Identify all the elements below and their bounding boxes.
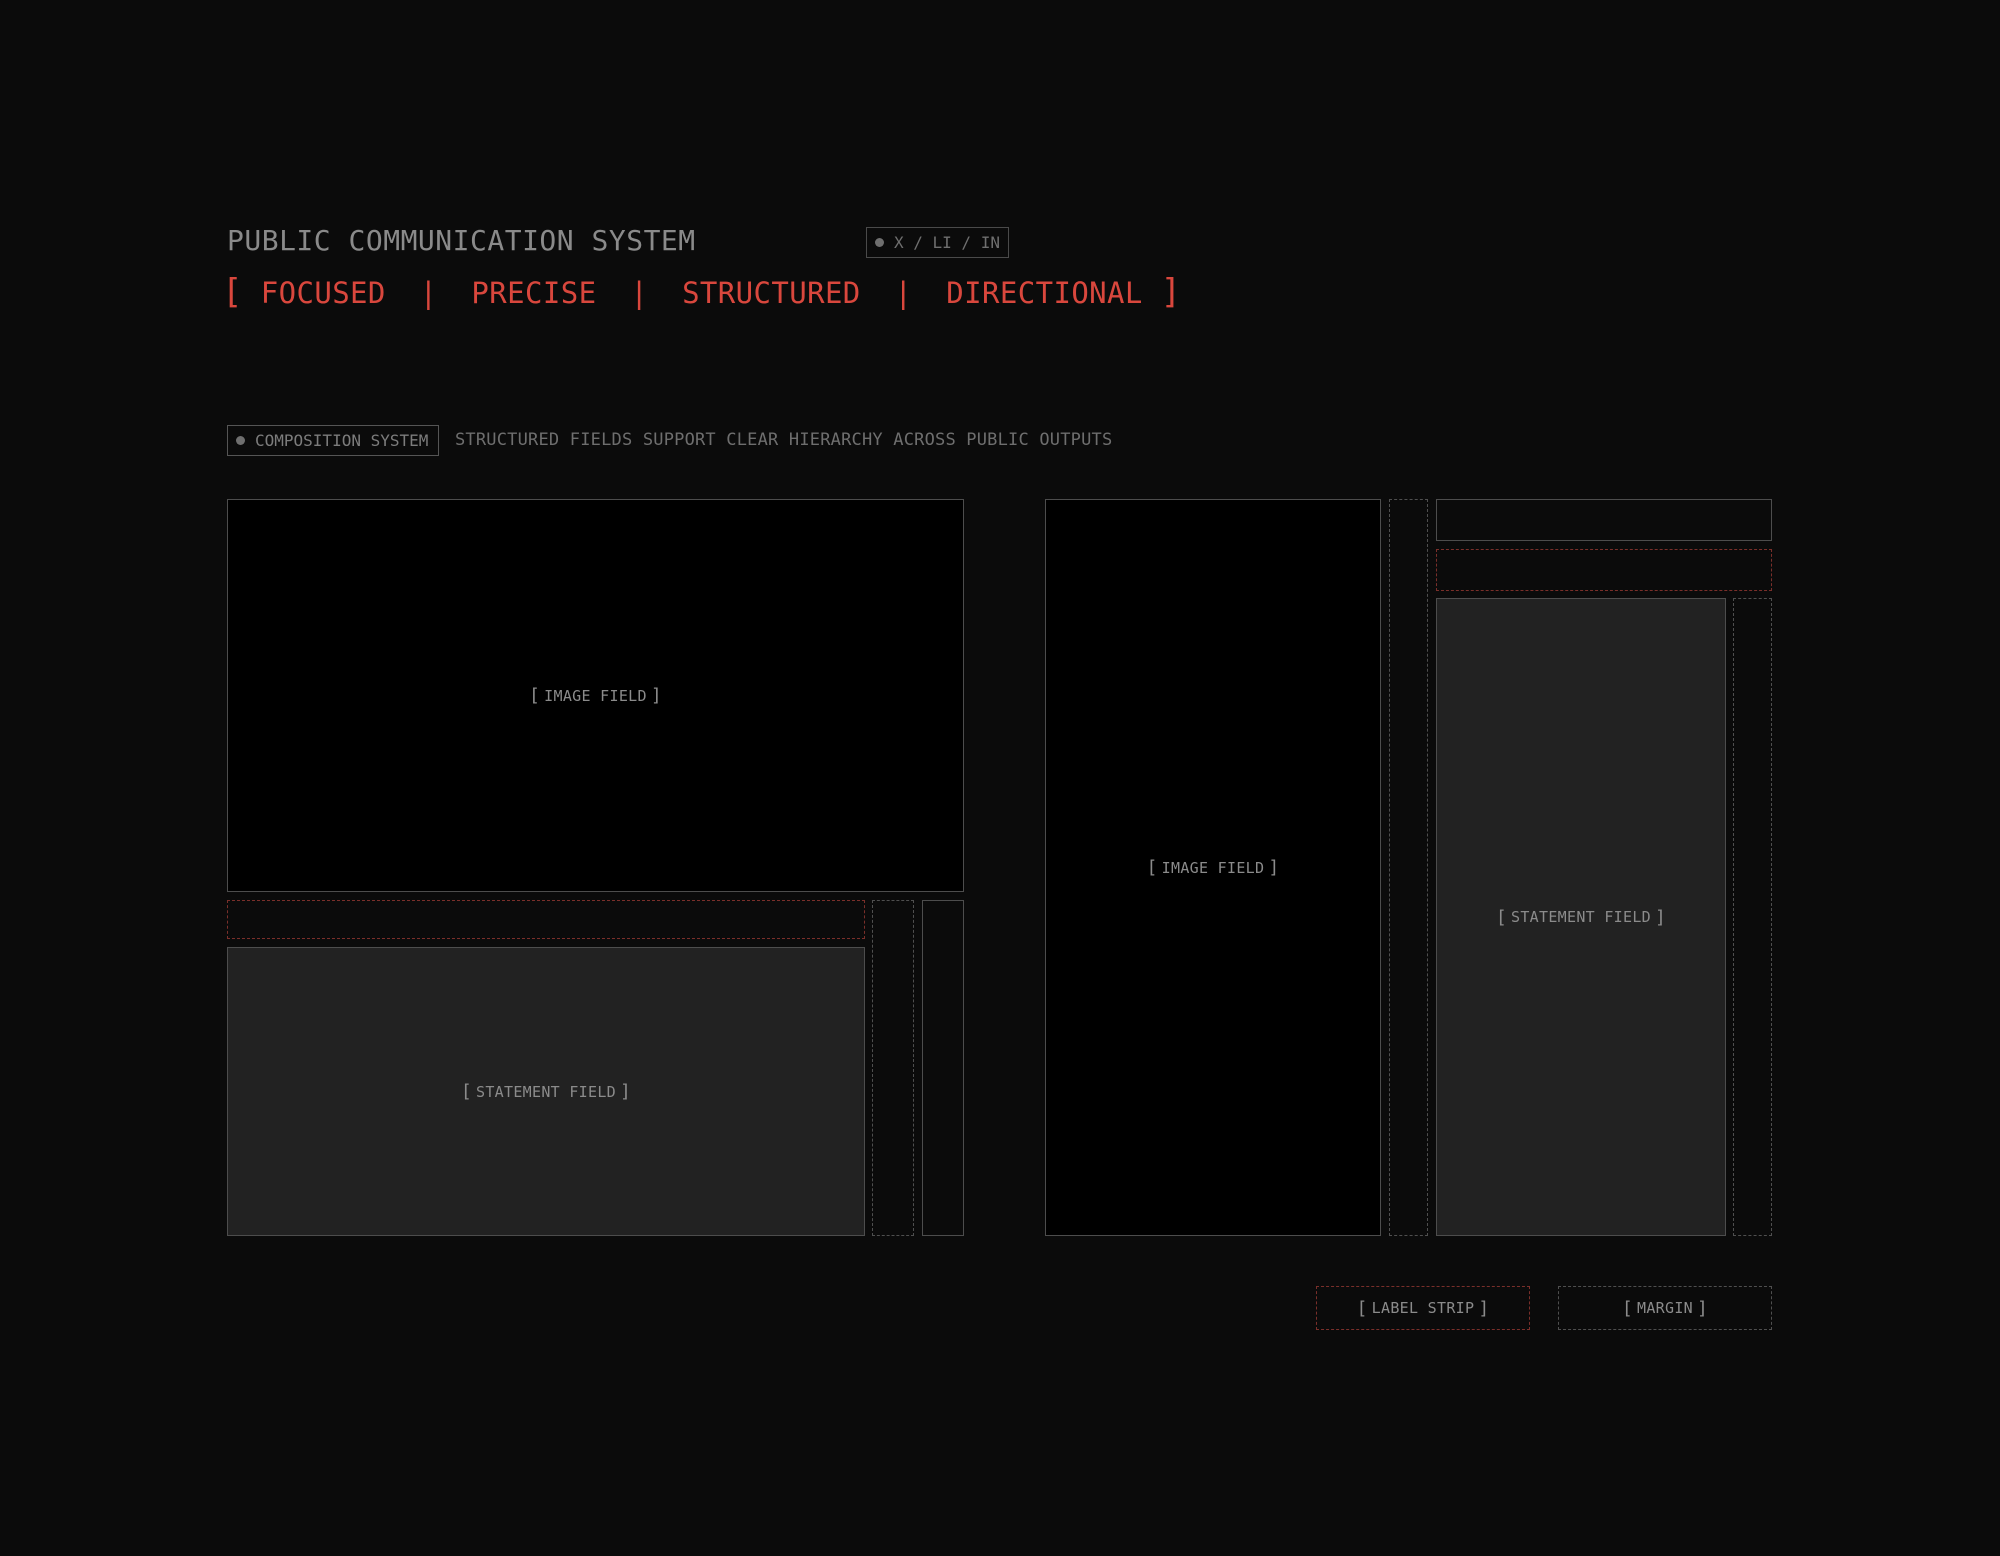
composition-description: STRUCTURED FIELDS SUPPORT CLEAR HIERARCH… bbox=[455, 430, 1113, 450]
bracket-open: [ bbox=[460, 1081, 473, 1102]
bracket-open: [ bbox=[1495, 906, 1508, 928]
tagline: [ FOCUSED | PRECISE | STRUCTURED | DIREC… bbox=[222, 272, 1182, 312]
legend-margin-text: MARGIN bbox=[1637, 1299, 1693, 1317]
left-statement-field-label: STATEMENT FIELD bbox=[476, 1082, 616, 1101]
tagline-item-precise: PRECISE bbox=[471, 276, 597, 310]
right-image-field-label: IMAGE FIELD bbox=[1161, 858, 1265, 877]
right-image-field: [ IMAGE FIELD ] bbox=[1045, 499, 1381, 1236]
channels-badge: X / LI / IN bbox=[866, 227, 1009, 258]
tagline-close-bracket: ] bbox=[1160, 272, 1182, 312]
bullet-dot-icon bbox=[236, 436, 245, 445]
tagline-item-focused: FOCUSED bbox=[260, 276, 386, 310]
bracket-close: ] bbox=[1268, 857, 1280, 878]
legend-label-strip-text: LABEL STRIP bbox=[1371, 1299, 1475, 1317]
right-margin-strip bbox=[1733, 598, 1772, 1236]
left-label-strip bbox=[227, 900, 865, 939]
tagline-separator: | bbox=[894, 276, 913, 310]
tagline-item-structured: STRUCTURED bbox=[682, 276, 861, 310]
composition-badge: COMPOSITION SYSTEM bbox=[227, 425, 439, 456]
right-label-strip bbox=[1436, 549, 1772, 591]
tagline-open-bracket: [ bbox=[222, 272, 243, 312]
bracket-close: ] bbox=[650, 685, 662, 706]
legend-label-strip: [ LABEL STRIP ] bbox=[1316, 1286, 1530, 1330]
tagline-separator: | bbox=[419, 276, 438, 310]
right-statement-field: [ STATEMENT FIELD ] bbox=[1436, 598, 1726, 1236]
bracket-close: ] bbox=[1478, 1297, 1490, 1319]
right-margin-column bbox=[1389, 499, 1428, 1236]
bracket-open: [ bbox=[1356, 1297, 1368, 1319]
status-dot-icon bbox=[875, 238, 884, 247]
bracket-close: ] bbox=[619, 1081, 632, 1102]
composition-badge-label: COMPOSITION SYSTEM bbox=[255, 431, 429, 450]
left-margin-column bbox=[872, 900, 914, 1236]
channels-label: X / LI / IN bbox=[894, 233, 1000, 252]
bracket-close: ] bbox=[1697, 1297, 1709, 1319]
tagline-separator: | bbox=[630, 276, 649, 310]
bracket-open: [ bbox=[1146, 857, 1158, 878]
tagline-item-directional: DIRECTIONAL bbox=[946, 276, 1143, 310]
left-image-field: [ IMAGE FIELD ] bbox=[227, 499, 964, 892]
right-top-bar bbox=[1436, 499, 1772, 541]
bracket-open: [ bbox=[529, 685, 541, 706]
page-title: PUBLIC COMMUNICATION SYSTEM bbox=[227, 224, 696, 257]
left-image-field-label: IMAGE FIELD bbox=[544, 686, 647, 705]
bracket-open: [ bbox=[1621, 1297, 1633, 1319]
left-side-column bbox=[922, 900, 964, 1236]
legend-margin: [ MARGIN ] bbox=[1558, 1286, 1772, 1330]
right-statement-field-label: STATEMENT FIELD bbox=[1511, 908, 1651, 926]
bracket-close: ] bbox=[1654, 906, 1667, 928]
left-statement-field: [ STATEMENT FIELD ] bbox=[227, 947, 865, 1236]
